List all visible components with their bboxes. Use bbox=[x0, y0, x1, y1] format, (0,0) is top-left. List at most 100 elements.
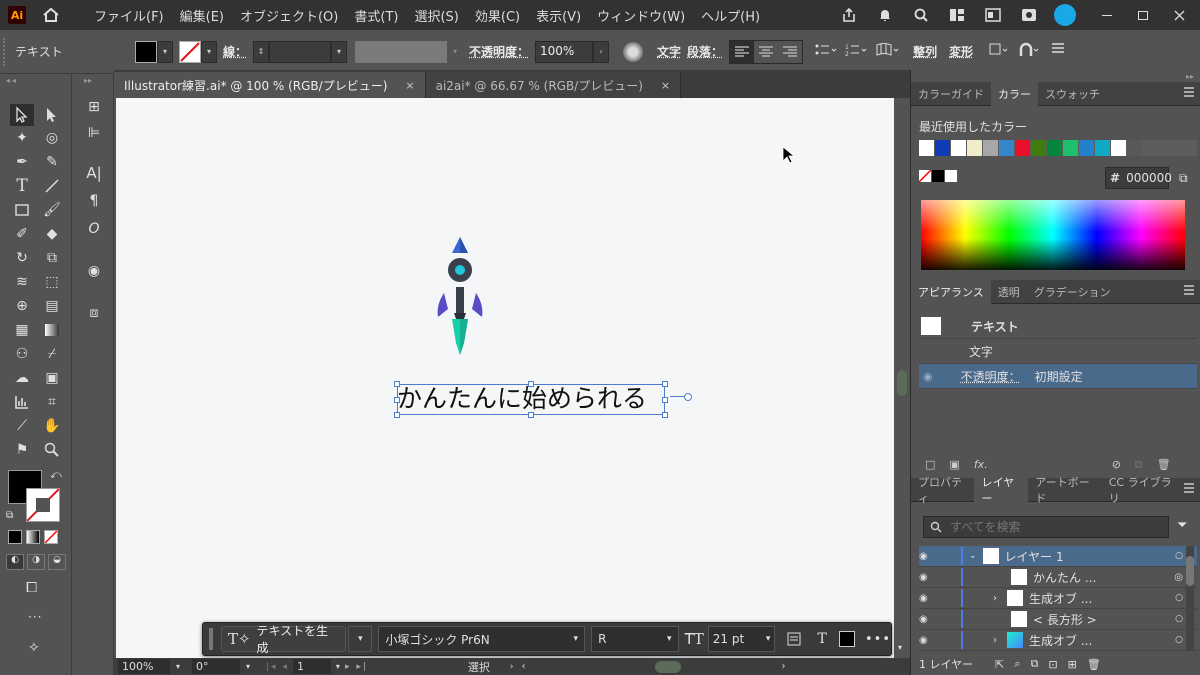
font-size-select[interactable]: 21 pt ▾ bbox=[707, 626, 776, 652]
bell-icon[interactable] bbox=[874, 6, 896, 24]
direct-selection-tool-icon[interactable] bbox=[40, 104, 64, 126]
appearance-opacity-row[interactable]: ◉ 不透明度： 初期設定 bbox=[919, 364, 1197, 389]
slice-tool-icon[interactable]: ⟋ bbox=[10, 415, 34, 437]
layers-scroll-thumb[interactable] bbox=[1186, 556, 1194, 586]
bullet-list-icon[interactable] bbox=[815, 43, 837, 60]
target-icon[interactable]: ○ bbox=[1175, 614, 1183, 624]
tab-color-guide[interactable]: カラーガイド bbox=[911, 82, 991, 106]
print-tiling-tool-icon[interactable]: ⚑ bbox=[10, 439, 34, 461]
delete-item-icon[interactable]: 🗑 bbox=[1157, 458, 1171, 472]
draw-inside-icon[interactable]: ◒ bbox=[48, 554, 66, 570]
cloud-account-icon[interactable] bbox=[1054, 4, 1076, 26]
type-tool-icon[interactable]: T bbox=[10, 175, 34, 197]
add-fill-icon[interactable]: ▣ bbox=[949, 458, 959, 472]
tab-cc-libraries[interactable]: CC ライブラリ bbox=[1102, 476, 1183, 505]
lasso-tool-icon[interactable]: ◎ bbox=[40, 127, 64, 149]
text-type-toggle[interactable] bbox=[684, 393, 692, 401]
default-fill-stroke-icon[interactable]: ⧉ bbox=[6, 510, 13, 521]
align-link[interactable]: 整列 bbox=[913, 43, 937, 60]
align-center-icon[interactable] bbox=[754, 41, 778, 63]
handle[interactable] bbox=[528, 381, 534, 387]
white-swatch[interactable] bbox=[945, 170, 957, 182]
none-mode-icon[interactable] bbox=[44, 530, 58, 544]
column-graph-tool-icon[interactable] bbox=[10, 391, 34, 413]
text-bounding-box[interactable]: かんたんに始められる bbox=[394, 381, 692, 418]
scroll-down-icon[interactable]: ▾ bbox=[898, 643, 902, 652]
character-panel-icon[interactable]: A| bbox=[82, 162, 106, 184]
align-panel-icon[interactable]: ⊫ bbox=[82, 122, 106, 144]
new-layer-icon[interactable]: ⊞ bbox=[1068, 658, 1077, 671]
handle[interactable] bbox=[528, 412, 534, 418]
variable-width-profile[interactable] bbox=[355, 40, 448, 63]
add-effect-icon[interactable]: fx. bbox=[974, 458, 988, 472]
layer-row[interactable]: ◉ › 生成オブ ... ○ bbox=[919, 630, 1197, 651]
paragraph-options-icon[interactable] bbox=[783, 628, 805, 650]
drag-handle[interactable] bbox=[209, 628, 213, 650]
canvas-text[interactable]: かんたんに始められる bbox=[397, 384, 647, 414]
appearance-panel-icon[interactable]: ◉ bbox=[82, 260, 106, 282]
snap-icon[interactable] bbox=[1019, 42, 1041, 61]
live-paint-tool-icon[interactable]: ▣ bbox=[40, 367, 64, 389]
envelope-distort-icon[interactable] bbox=[875, 42, 899, 61]
shaper-tool-icon[interactable]: ✐ bbox=[10, 223, 34, 245]
vertical-scrollbar[interactable]: ▾ bbox=[894, 98, 910, 658]
appearance-character-row[interactable]: 文字 bbox=[919, 339, 1197, 364]
export-icon[interactable]: ⇱ bbox=[995, 658, 1004, 671]
none-swatch[interactable] bbox=[919, 170, 931, 182]
menu-select[interactable]: 選択(S) bbox=[406, 6, 466, 25]
menu-window[interactable]: ウィンドウ(W) bbox=[589, 6, 693, 25]
generate-text-button[interactable]: T✧ テキストを生成 bbox=[220, 624, 347, 655]
artboard-input[interactable]: 1 bbox=[292, 659, 331, 674]
search-icon[interactable] bbox=[910, 6, 932, 24]
recent-color-swatch[interactable] bbox=[1079, 140, 1094, 156]
target-icon[interactable]: ◎ bbox=[1174, 572, 1183, 583]
recent-color-swatch[interactable] bbox=[1111, 140, 1126, 156]
visibility-eye-icon[interactable]: ◉ bbox=[919, 614, 941, 625]
clear-appearance-icon[interactable]: ⊘ bbox=[1112, 458, 1121, 472]
isolation-mode-icon[interactable] bbox=[989, 42, 1009, 61]
opacity-input[interactable]: 100% bbox=[535, 40, 594, 63]
tab-swatches[interactable]: スウォッチ bbox=[1038, 82, 1107, 106]
tab-properties[interactable]: プロパティ bbox=[911, 476, 974, 505]
panel-menu-icon[interactable] bbox=[1183, 285, 1195, 298]
expand-arrow-icon[interactable]: ⌄ bbox=[969, 551, 977, 561]
layers-scrollbar[interactable] bbox=[1186, 546, 1194, 650]
recent-color-swatch[interactable] bbox=[935, 140, 950, 156]
layer-row[interactable]: ◉ ⌄ レイヤー 1 ○ bbox=[919, 546, 1197, 567]
layers-search-input[interactable] bbox=[950, 520, 1150, 534]
menu-edit[interactable]: 編集(E) bbox=[172, 6, 232, 25]
eyedropper-tool-icon[interactable]: ⌿ bbox=[40, 343, 64, 365]
width-tool-icon[interactable]: ≋ bbox=[10, 271, 34, 293]
tab-color[interactable]: カラー bbox=[991, 81, 1038, 106]
align-left-icon[interactable] bbox=[730, 40, 755, 63]
share-icon[interactable] bbox=[838, 6, 860, 24]
fill-dropdown[interactable]: ▾ bbox=[157, 40, 173, 63]
recent-color-swatch[interactable] bbox=[983, 140, 998, 156]
symbol-sprayer-tool-icon[interactable]: ☁ bbox=[10, 367, 34, 389]
tab-appearance[interactable]: アピアランス bbox=[911, 279, 991, 304]
opacity-arrow[interactable]: › bbox=[593, 40, 610, 63]
hex-input[interactable]: 000000 bbox=[1126, 171, 1172, 185]
recent-color-swatch[interactable] bbox=[1127, 140, 1142, 156]
panel-menu-icon[interactable] bbox=[1183, 87, 1195, 100]
rocket-illustration[interactable] bbox=[434, 235, 486, 357]
panel-menu-icon[interactable] bbox=[1183, 483, 1195, 496]
expand-arrow-icon[interactable]: › bbox=[993, 593, 997, 604]
layer-row[interactable]: ◉ › 生成オブ ... ○ bbox=[919, 588, 1197, 609]
stroke-weight-stepper[interactable]: ⇕ bbox=[253, 40, 270, 63]
filter-icon[interactable]: ⏷ bbox=[1177, 518, 1187, 533]
pen-tool-icon[interactable]: ✒ bbox=[10, 151, 34, 173]
opentype-panel-icon[interactable]: O bbox=[82, 218, 106, 240]
menu-effect[interactable]: 効果(C) bbox=[467, 6, 528, 25]
selection-tool-icon[interactable] bbox=[10, 104, 34, 126]
zoom-input[interactable]: 100% bbox=[118, 659, 170, 674]
copy-hex-icon[interactable]: ⧉ bbox=[1179, 171, 1188, 186]
eraser-tool-icon[interactable]: ◆ bbox=[40, 223, 64, 245]
handle[interactable] bbox=[394, 381, 400, 387]
artboard-dropdown[interactable]: ▾ bbox=[331, 662, 345, 671]
dock-collapse-icon[interactable]: ▸▸ bbox=[1186, 72, 1194, 81]
recent-color-swatch[interactable] bbox=[999, 140, 1014, 156]
recent-color-swatch[interactable] bbox=[1095, 140, 1110, 156]
handle[interactable] bbox=[662, 397, 668, 403]
recent-color-swatch[interactable] bbox=[1047, 140, 1062, 156]
